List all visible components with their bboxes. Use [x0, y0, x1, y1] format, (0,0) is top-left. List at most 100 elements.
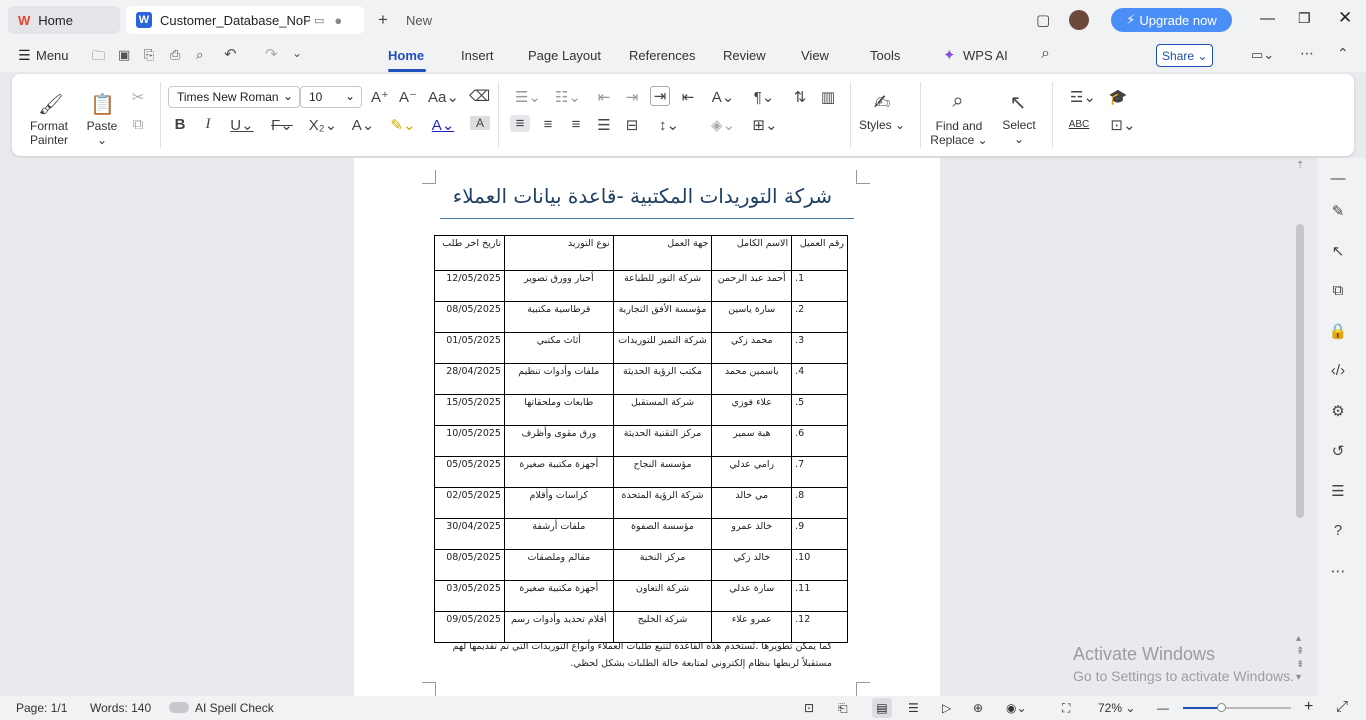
header-cell[interactable]: رقم العميل	[791, 235, 848, 271]
zoom-in-icon[interactable]: +	[1304, 698, 1313, 716]
scroll-up-icon[interactable]: ⇡	[1296, 160, 1304, 171]
show-marks-icon[interactable]: ¶⌄	[750, 88, 778, 106]
expand-icon[interactable]: ⤢	[1336, 698, 1348, 715]
page-count[interactable]: Page: 1/1	[16, 701, 67, 715]
settings-sliders-icon[interactable]: ⚙	[1328, 402, 1348, 420]
find-replace-button[interactable]: Find and Replace ⌄	[930, 119, 988, 147]
tab-wps-ai[interactable]: WPS AI	[963, 48, 1008, 63]
justify-icon[interactable]: ☰	[594, 116, 614, 134]
table-cell[interactable]: 03/05/2025	[434, 580, 505, 612]
table-cell[interactable]: مكتب الرؤية الحديثة	[612, 363, 713, 395]
help-icon[interactable]: ?	[1328, 522, 1348, 539]
cursor-icon[interactable]: ↖	[1328, 242, 1348, 260]
columns-icon[interactable]: ▥	[818, 88, 838, 106]
tab-document[interactable]: W Customer_Database_NoPhone ▭ ●	[126, 6, 364, 34]
text-direction-icon[interactable]: A⌄	[708, 88, 738, 106]
doc-compare-icon[interactable]: ⧉	[1328, 282, 1348, 299]
distributed-icon[interactable]: ⊟	[622, 116, 642, 134]
play-icon[interactable]: ▷	[942, 701, 951, 715]
new-tab-icon[interactable]: +	[378, 10, 388, 30]
print-preview-icon[interactable]: ⌕	[196, 47, 203, 63]
align-center-icon[interactable]: ≡	[538, 116, 558, 133]
undo-icon[interactable]: ↶	[224, 45, 237, 63]
change-case-icon[interactable]: Aa⌄	[428, 88, 459, 106]
table-cell[interactable]: خالد عمرو	[711, 518, 793, 550]
table-cell[interactable]: ورق مقوى وأظرف	[503, 425, 614, 457]
rtl-icon[interactable]: ⇤	[678, 88, 698, 106]
underline-icon[interactable]: U⌄	[228, 116, 256, 134]
table-cell[interactable]: 3.	[791, 332, 848, 364]
table-cell[interactable]: هبة سمير	[711, 425, 793, 457]
outline-view-icon[interactable]: ☰	[908, 701, 919, 715]
ltr-icon[interactable]: ⇥	[650, 86, 670, 106]
table-cell[interactable]: محمد زكي	[711, 332, 793, 364]
table-cell[interactable]: مؤسسة النجاح	[612, 456, 713, 488]
decrease-font-icon[interactable]: A⁻	[398, 88, 418, 106]
tab-home[interactable]: W Home	[8, 6, 120, 34]
increase-indent-icon[interactable]: ⇥	[622, 88, 642, 106]
tab-page-layout[interactable]: Page Layout	[528, 48, 601, 63]
format-painter-icon[interactable]: 🖌	[38, 92, 63, 117]
comment-icon[interactable]: ▭⌄	[1251, 47, 1274, 63]
spell-check-toggle[interactable]	[169, 702, 189, 713]
table-cell[interactable]: 4.	[791, 363, 848, 395]
table-cell[interactable]: 6.	[791, 425, 848, 457]
cut-icon[interactable]: ✂	[128, 88, 148, 106]
font-color-icon[interactable]: A⌄	[428, 116, 458, 134]
pen-icon[interactable]: ✎	[1328, 202, 1348, 220]
table-cell[interactable]: 01/05/2025	[434, 332, 505, 364]
table-cell[interactable]: 1.	[791, 270, 848, 302]
table-cell[interactable]: 02/05/2025	[434, 487, 505, 519]
tab-references[interactable]: References	[629, 48, 695, 63]
vertical-scrollbar[interactable]	[1296, 224, 1304, 518]
lock-icon[interactable]: 🔒	[1328, 322, 1348, 340]
spell-check-icon[interactable]: ABC	[1066, 118, 1092, 132]
table-cell[interactable]: شركة النور للطباعة	[612, 270, 713, 302]
table-cell[interactable]: سارة عدلي	[711, 580, 793, 612]
tab-home-menu[interactable]: Home	[388, 48, 424, 63]
table-cell[interactable]: مي خالد	[711, 487, 793, 519]
table-cell[interactable]: 12/05/2025	[434, 270, 505, 302]
text-tools-icon[interactable]: ☲⌄	[1068, 88, 1098, 106]
table-cell[interactable]: 9.	[791, 518, 848, 550]
quick-access-chevron-icon[interactable]: ⌄	[292, 46, 302, 60]
styles-icon[interactable]: ✍	[872, 90, 892, 115]
align-right-icon[interactable]: ≡	[566, 116, 586, 133]
borders-icon[interactable]: ⊞⌄	[750, 116, 780, 134]
more-tools-icon[interactable]: ⋯	[1328, 562, 1348, 580]
decrease-indent-icon[interactable]: ⇤	[594, 88, 614, 106]
document-paragraph[interactable]: كما يمكن تطويرها .تُستخدم هذه القاعدة لت…	[436, 638, 832, 672]
collapse-panel-icon[interactable]: —	[1328, 170, 1348, 187]
table-cell[interactable]: سارة ياسين	[711, 301, 793, 333]
word-count[interactable]: Words: 140	[90, 701, 151, 715]
select-cursor-icon[interactable]: ↖	[1008, 90, 1028, 115]
table-cell[interactable]: شركة المستقبل	[612, 394, 713, 426]
table-cell[interactable]: 05/05/2025	[434, 456, 505, 488]
maximize-icon[interactable]: ❐	[1298, 10, 1311, 27]
table-cell[interactable]: شركة الرؤية المتحدة	[612, 487, 713, 519]
focus-mode-icon[interactable]: ⊡	[804, 701, 814, 715]
zoom-slider-handle[interactable]	[1217, 703, 1226, 712]
table-cell[interactable]: 30/04/2025	[434, 518, 505, 550]
eye-protection-icon[interactable]: ◉⌄	[1006, 701, 1027, 715]
numbering-icon[interactable]: ☷⌄	[554, 88, 582, 106]
header-cell[interactable]: جهة العمل	[612, 235, 713, 271]
document-title[interactable]: شركة التوريدات المكتبية -قاعدة بيانات ال…	[436, 184, 832, 208]
character-shading-icon[interactable]: A	[470, 116, 490, 130]
subscript-icon[interactable]: X₂⌄	[308, 116, 338, 134]
font-name-select[interactable]: Times New Roman ⌄	[168, 86, 300, 108]
new-tab-label[interactable]: New	[406, 13, 432, 28]
share-button[interactable]: Share ⌄	[1156, 44, 1213, 67]
open-folder-icon[interactable]: 🗀	[92, 47, 105, 69]
paste-icon[interactable]: 📋	[90, 92, 115, 117]
table-cell[interactable]: 08/05/2025	[434, 301, 505, 333]
bold-icon[interactable]: B	[170, 116, 190, 133]
highlight-icon[interactable]: ✎⌄	[388, 116, 418, 134]
table-cell[interactable]: ملفات أرشفة	[503, 518, 614, 550]
tab-view[interactable]: View	[801, 48, 829, 63]
collapse-ribbon-icon[interactable]: ⌃	[1337, 45, 1349, 62]
table-cell[interactable]: كراسات وأقلام	[503, 487, 614, 519]
table-cell[interactable]: ملفات وأدوات تنظيم	[503, 363, 614, 395]
copy-icon[interactable]: ⧉	[128, 116, 148, 133]
customer-table[interactable]: رقم العميل الاسم الكامل جهة العمل نوع ال…	[434, 235, 848, 643]
